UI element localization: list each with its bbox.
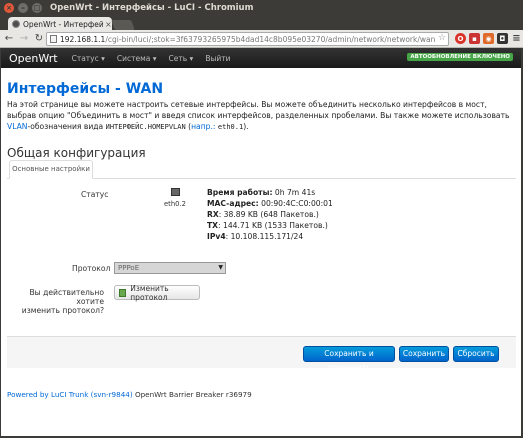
mac-label: MAC-адрес:	[207, 199, 259, 208]
desc-mono-2: eth0.1	[217, 123, 244, 131]
chrome-menu-icon[interactable]: ≡	[511, 33, 522, 44]
footer-text: OpenWrt Barrier Breaker r36979	[132, 390, 252, 399]
tab-strip: OpenWrt - Интерфейсы - ×	[0, 16, 523, 31]
rx-label: RX	[207, 210, 219, 219]
ipv4-label: IPv4	[207, 232, 226, 241]
status-details: Время работы: 0h 7m 41s MAC-адрес: 00:90…	[207, 187, 333, 242]
switch-protocol-button-label: Изменить протокол	[130, 283, 169, 302]
luci-navbar: OpenWrt Статус ▾ Система ▾ Сеть ▾ Выйти …	[1, 48, 521, 68]
browser-tab[interactable]: OpenWrt - Интерфейсы - ×	[8, 17, 112, 31]
page-content: OpenWrt Статус ▾ Система ▾ Сеть ▾ Выйти …	[0, 48, 521, 436]
desc-text-5: ).	[243, 122, 249, 131]
pdf-extension-icon[interactable]: ▪	[469, 33, 480, 44]
uptime-value: 0h 7m 41s	[272, 188, 316, 197]
bookmark-star-icon[interactable]: ☆	[438, 33, 446, 43]
page-description: На этой странице вы можете настроить сет…	[7, 99, 513, 133]
camera-extension-icon[interactable]: ◘	[497, 33, 508, 44]
new-tab-button[interactable]	[111, 20, 135, 30]
desc-text-2: -обозначения вида	[27, 122, 106, 131]
rss-extension-icon[interactable]: ◉	[483, 33, 494, 44]
switch-protocol-button[interactable]: Изменить протокол	[114, 283, 200, 302]
brand-logo[interactable]: OpenWrt	[9, 52, 58, 65]
rx-value: : 38.89 KB (648 Пакетов.)	[218, 210, 319, 219]
section-title: Общая конфигурация	[7, 146, 146, 160]
url-host: 192.168.1.1	[60, 34, 106, 44]
switch-protocol-label: Вы действительно хотите изменить протоко…	[9, 288, 104, 315]
page-icon	[50, 35, 57, 43]
tab-label: OpenWrt - Интерфейсы -	[23, 19, 103, 29]
autorefresh-badge[interactable]: АВТООБНОВЛЕНИЕ ВКЛЮЧЕНО	[407, 53, 513, 61]
window-titlebar: × – □ OpenWrt - Интерфейсы - LuCI - Chro…	[0, 0, 523, 16]
window-minimize-button[interactable]: –	[18, 3, 28, 13]
url-path: /cgi-bin/luci/;stok=3f63793265975b4dad14…	[105, 34, 436, 44]
window-close-button[interactable]: ×	[4, 3, 14, 13]
switch-protocol-label-1: Вы действительно хотите	[29, 288, 104, 306]
tx-value: : 144.71 KB (1533 Пакетов.)	[218, 221, 328, 230]
browser-toolbar: ← → ↻ 192.168.1.1 /cgi-bin/luci/;stok=3f…	[0, 30, 523, 48]
luci-link[interactable]: Powered by LuCI Trunk (svn-r9844)	[7, 390, 133, 399]
example-abbr: напр.:	[191, 122, 216, 131]
switch-protocol-label-2: изменить протокол?	[21, 306, 104, 315]
reset-button[interactable]: Сбросить	[453, 346, 499, 362]
desc-text-1: На этой странице вы можете настроить сет…	[7, 100, 510, 120]
uptime-label: Время работы:	[207, 188, 273, 197]
menu-network[interactable]: Сеть ▾	[169, 54, 194, 63]
settings-tabs: Основные настройки	[7, 160, 516, 179]
save-apply-button[interactable]: Сохранить и применить	[303, 346, 395, 372]
back-arrow-icon[interactable]: ←	[3, 33, 15, 45]
menu-status[interactable]: Статус ▾	[72, 54, 105, 63]
tab-basic-settings[interactable]: Основные настройки	[9, 160, 93, 179]
vlan-abbr: VLAN	[7, 122, 28, 131]
footer: Powered by LuCI Trunk (svn-r9844) OpenWr…	[7, 390, 252, 399]
address-bar[interactable]: 192.168.1.1 /cgi-bin/luci/;stok=3f637932…	[46, 32, 449, 46]
menu-system[interactable]: Система ▾	[117, 54, 157, 63]
desc-mono-1: ИНТЕРФЕЙС.НОМЕРVLAN	[105, 123, 186, 131]
save-button[interactable]: Сохранить	[399, 346, 449, 362]
window-title: OpenWrt - Интерфейсы - LuCI - Chromium	[50, 3, 254, 13]
menu-logout[interactable]: Выйти	[205, 54, 230, 63]
protocol-value: PPPoE	[118, 264, 140, 272]
tx-label: TX	[207, 221, 219, 230]
mac-value: 00:90:4C:C0:00:01	[258, 199, 333, 208]
reload-icon[interactable]: ↻	[33, 33, 45, 45]
form-actions: Сохранить и применить Сохранить Сбросить	[7, 336, 516, 372]
page-title: Интерфейсы - WAN	[7, 81, 164, 97]
opera-extension-icon[interactable]: O	[455, 33, 466, 44]
protocol-select[interactable]: PPPoE ▼	[114, 262, 226, 274]
iface-name: eth0.2	[164, 200, 186, 208]
ethernet-port-icon	[171, 188, 180, 196]
ipv4-value: : 10.108.115.171/24	[225, 232, 304, 241]
protocol-label: Протокол	[72, 264, 111, 273]
chevron-down-icon: ▼	[218, 264, 223, 271]
page-favicon-icon	[12, 20, 20, 28]
forward-arrow-icon[interactable]: →	[18, 33, 30, 45]
status-label: Статус	[81, 190, 109, 199]
window-maximize-button[interactable]: □	[32, 3, 42, 13]
switch-icon	[119, 288, 127, 297]
